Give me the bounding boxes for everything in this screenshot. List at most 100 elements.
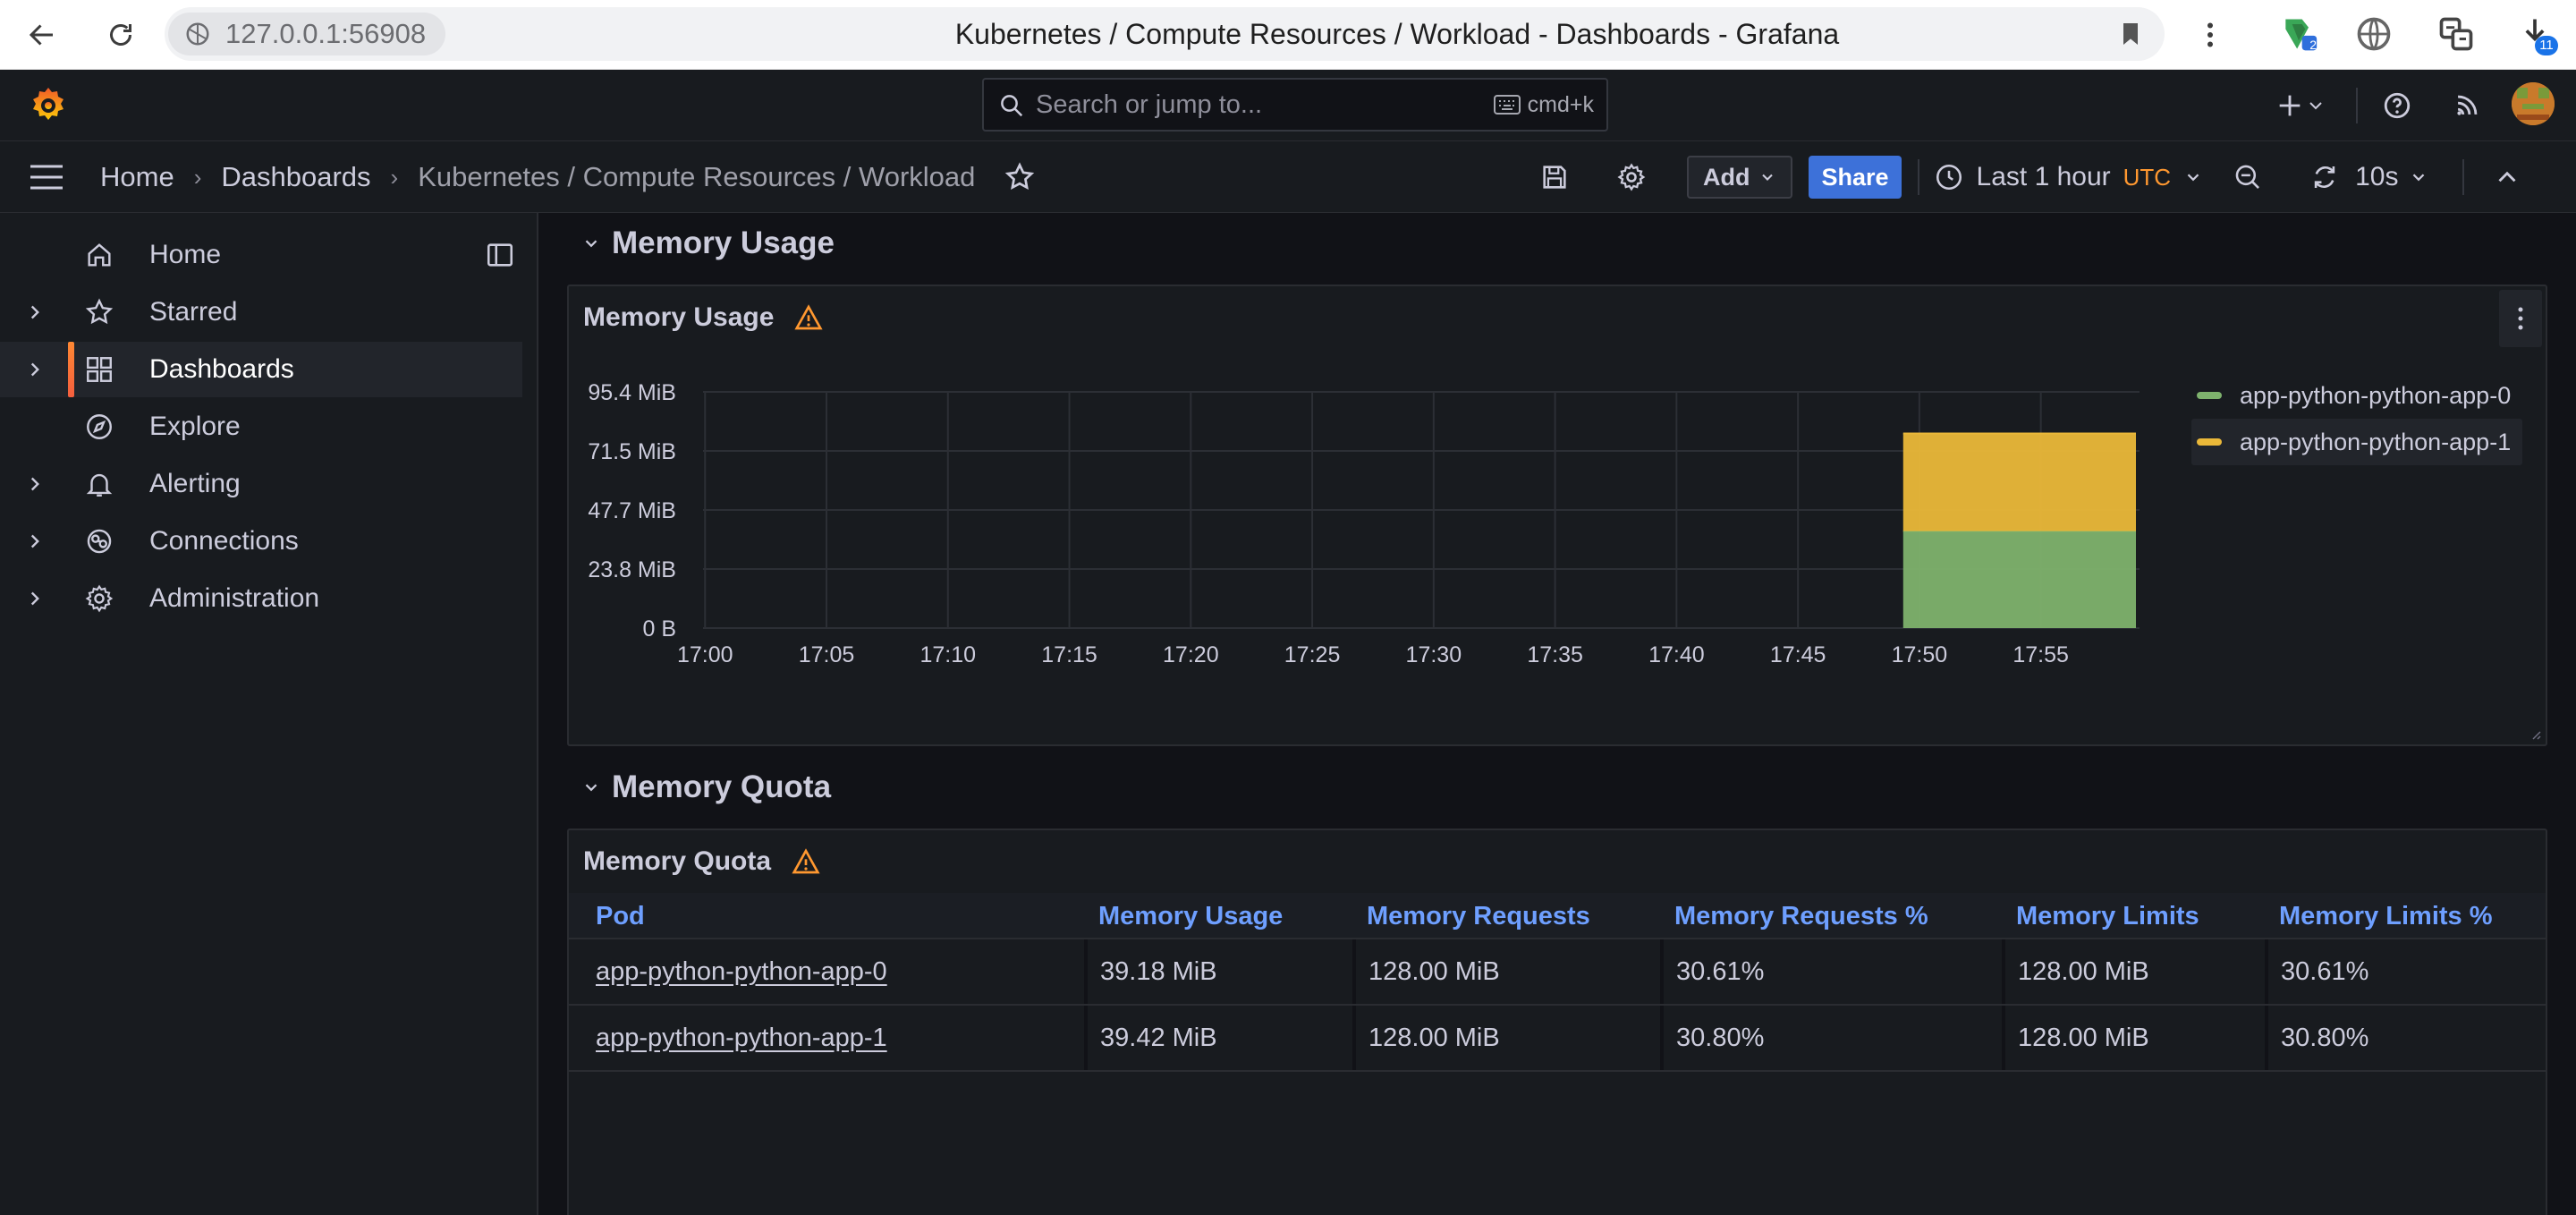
extension-badge-2: 2 xyxy=(2309,38,2317,52)
star-icon[interactable] xyxy=(1004,161,1036,193)
sidebar-item-label: Home xyxy=(149,240,222,269)
add-button[interactable]: Add xyxy=(1687,156,1793,199)
sidebar-item-alerting[interactable]: Alerting xyxy=(0,456,522,512)
downloads-icon[interactable]: 11 xyxy=(2515,14,2558,55)
column-header-pod[interactable]: Pod xyxy=(596,893,645,939)
panel-header[interactable]: Memory Usage xyxy=(583,295,824,340)
x-tick-label: 17:30 xyxy=(1406,642,1462,667)
grafana-logo-icon[interactable] xyxy=(27,84,70,127)
chevron-down-icon xyxy=(585,240,597,248)
plus-icon xyxy=(2279,95,2301,116)
pod-link[interactable]: app-python-python-app-1 xyxy=(583,1006,1088,1070)
refresh-interval-label: 10s xyxy=(2355,162,2399,191)
x-tick-label: 17:45 xyxy=(1770,642,1826,667)
y-tick-label: 71.5 MiB xyxy=(588,439,676,464)
warning-icon[interactable] xyxy=(791,847,821,876)
reload-button[interactable] xyxy=(98,13,143,57)
user-avatar[interactable] xyxy=(2512,82,2555,125)
sidebar-item-label: Administration xyxy=(149,583,320,613)
column-header-memory-usage[interactable]: Memory Usage xyxy=(1098,893,1283,939)
x-tick-label: 17:55 xyxy=(2012,642,2069,667)
help-icon xyxy=(2384,92,2411,119)
pod-link[interactable]: app-python-python-app-0 xyxy=(583,939,1088,1004)
column-header-memory-limits[interactable]: Memory Limits xyxy=(2016,893,2199,939)
table-row: app-python-python-app-1 39.42 MiB 128.00… xyxy=(569,1006,2546,1072)
dashboard-actions: Add Share Last 1 hour UTC 10s xyxy=(1535,141,2527,213)
menu-icon[interactable] xyxy=(27,159,66,195)
breadcrumb: Home › Dashboards › Kubernetes / Compute… xyxy=(100,141,1036,213)
row-header-memory-usage[interactable]: Memory Usage xyxy=(581,217,835,270)
panel-header[interactable]: Memory Quota xyxy=(583,839,821,884)
legend-item-app-1[interactable]: app-python-python-app-1 xyxy=(2191,419,2522,465)
sidebar: Home Starred Dashboards Explore Alerting… xyxy=(0,213,538,1215)
shortcut-label: cmd+k xyxy=(1527,92,1594,117)
url-chip[interactable]: 127.0.0.1:56908 xyxy=(168,13,446,55)
warning-icon[interactable] xyxy=(793,303,824,332)
refresh-button[interactable] xyxy=(2305,157,2344,197)
back-button[interactable] xyxy=(20,13,64,57)
chevron-right-icon[interactable] xyxy=(23,472,47,496)
browser-menu-button[interactable] xyxy=(2188,13,2233,57)
compass-icon xyxy=(87,414,112,439)
timezone-label: UTC xyxy=(2123,163,2172,191)
dashboard-settings-button[interactable] xyxy=(1612,157,1651,197)
share-button[interactable]: Share xyxy=(1809,156,1902,199)
zoom-out-button[interactable] xyxy=(2228,157,2267,197)
chevron-down-icon xyxy=(1762,174,1774,181)
extension-downloader-icon[interactable]: 2 xyxy=(2279,14,2318,54)
sidebar-item-home[interactable]: Home xyxy=(0,227,522,283)
sidebar-item-connections[interactable]: Connections xyxy=(0,514,522,569)
collapse-toolbar-button[interactable] xyxy=(2487,157,2527,197)
search-input[interactable]: Search or jump to... cmd+k xyxy=(982,78,1608,132)
cell-memory-limits: 128.00 MiB xyxy=(2005,939,2268,1004)
chevron-right-icon[interactable] xyxy=(23,530,47,553)
sidebar-item-explore[interactable]: Explore xyxy=(0,399,522,455)
x-tick-label: 17:25 xyxy=(1284,642,1341,667)
star-icon xyxy=(85,298,114,325)
help-button[interactable] xyxy=(2376,82,2419,129)
dashboard-body: Memory Usage Memory Usage 0 B 23.8 MiB 47.… xyxy=(540,213,2576,1215)
extension-translate-icon[interactable] xyxy=(2436,14,2476,54)
zoom-out-icon xyxy=(2235,165,2260,189)
bookmark-icon[interactable] xyxy=(2116,20,2145,48)
chevron-down-icon xyxy=(2413,174,2425,182)
table-row: app-python-python-app-0 39.18 MiB 128.00… xyxy=(569,939,2546,1006)
panel-title: Memory Usage xyxy=(583,302,775,332)
panel-menu-button[interactable] xyxy=(2499,290,2542,347)
legend-swatch xyxy=(2197,392,2222,399)
sidebar-item-dashboards[interactable]: Dashboards xyxy=(0,342,522,397)
x-tick-label: 17:20 xyxy=(1163,642,1219,667)
share-button-label: Share xyxy=(1821,163,1889,191)
cell-memory-usage: 39.18 MiB xyxy=(1088,939,1356,1004)
cog-icon xyxy=(85,584,114,613)
toolbar-divider xyxy=(1917,159,1919,195)
chevron-right-icon[interactable] xyxy=(23,301,47,324)
column-header-memory-requests-pct[interactable]: Memory Requests % xyxy=(1674,893,1928,939)
resize-handle-icon[interactable] xyxy=(2529,728,2542,741)
chevron-down-icon xyxy=(2309,102,2322,110)
news-button[interactable] xyxy=(2445,82,2488,129)
column-header-memory-limits-pct[interactable]: Memory Limits % xyxy=(2279,893,2493,939)
extension-globe-icon[interactable] xyxy=(2354,14,2394,54)
legend-swatch xyxy=(2197,438,2222,446)
sidebar-item-label: Starred xyxy=(149,297,238,327)
legend-item-app-0[interactable]: app-python-python-app-0 xyxy=(2191,372,2522,419)
dashboard-navbar: Home › Dashboards › Kubernetes / Compute… xyxy=(0,141,2576,213)
chevron-right-icon[interactable] xyxy=(23,587,47,610)
time-range-picker[interactable]: Last 1 hour UTC xyxy=(1934,162,2204,192)
sidebar-item-administration[interactable]: Administration xyxy=(0,571,522,626)
address-bar[interactable]: 127.0.0.1:56908 Kubernetes / Compute Res… xyxy=(165,7,2165,61)
memory-usage-chart[interactable]: 0 B 23.8 MiB 47.7 MiB 71.5 MiB 95.4 MiB 17:00… xyxy=(569,340,2188,743)
legend-label: app-python-python-app-0 xyxy=(2240,381,2512,409)
cell-memory-limits: 128.00 MiB xyxy=(2005,1006,2268,1070)
chevron-right-icon[interactable] xyxy=(23,358,47,381)
new-menu-button[interactable] xyxy=(2265,82,2336,129)
save-dashboard-button[interactable] xyxy=(1535,157,1574,197)
refresh-interval-picker[interactable]: 10s xyxy=(2355,162,2428,192)
column-header-memory-requests[interactable]: Memory Requests xyxy=(1367,893,1590,939)
breadcrumb-dashboards[interactable]: Dashboards xyxy=(221,161,370,193)
row-header-memory-quota[interactable]: Memory Quota xyxy=(581,760,831,814)
breadcrumb-home[interactable]: Home xyxy=(100,161,174,193)
sidebar-item-starred[interactable]: Starred xyxy=(0,285,522,340)
home-icon xyxy=(88,243,111,267)
